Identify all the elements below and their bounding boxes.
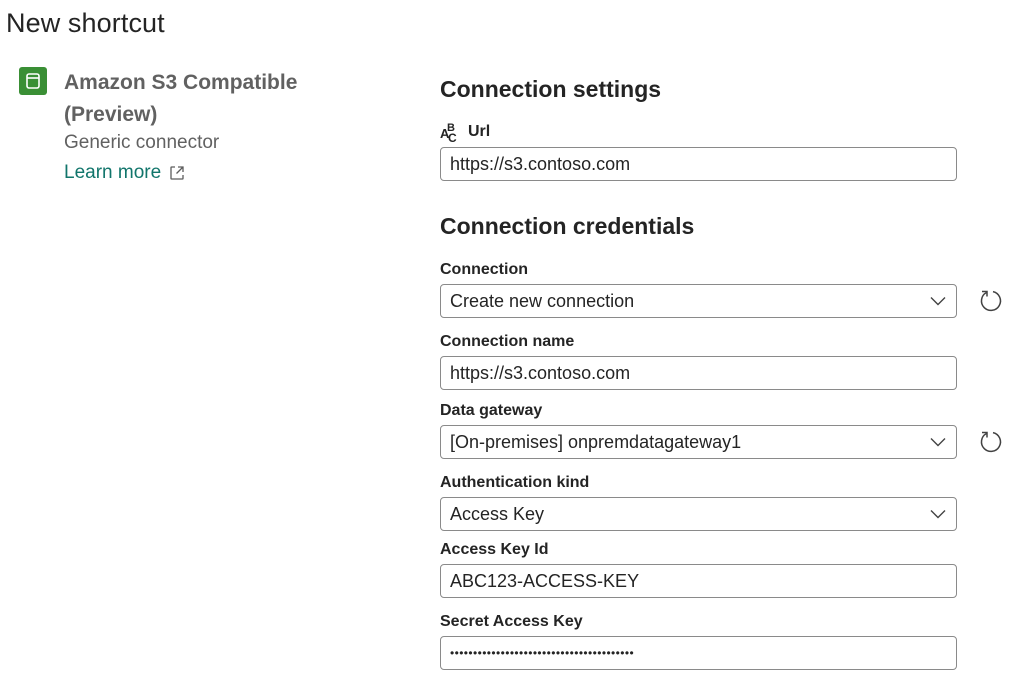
chevron-down-icon: [920, 509, 956, 519]
url-input[interactable]: [441, 148, 956, 180]
connection-label: Connection: [440, 261, 528, 278]
secret-access-key-field[interactable]: [440, 636, 957, 670]
connector-name-line2: (Preview): [64, 103, 158, 126]
connection-dropdown[interactable]: Create new connection: [440, 284, 957, 318]
url-label-row: A B C Url: [440, 121, 490, 143]
url-label: Url: [468, 123, 491, 140]
bucket-icon: [19, 67, 47, 95]
access-key-id-input[interactable]: [441, 565, 956, 597]
gateway-label: Data gateway: [440, 402, 543, 419]
connection-name-field[interactable]: [440, 356, 957, 390]
chevron-down-icon: [920, 296, 956, 306]
page-title: New shortcut: [6, 8, 165, 38]
access-key-id-field[interactable]: [440, 564, 957, 598]
connection-credentials-title: Connection credentials: [440, 213, 695, 239]
url-field[interactable]: [440, 147, 957, 181]
connection-selected: Create new connection: [450, 290, 635, 311]
external-link-icon: [170, 166, 184, 180]
chevron-down-icon: [920, 437, 956, 447]
gateway-selected: [On-premises] onpremdatagateway1: [450, 431, 742, 452]
refresh-icon: [980, 290, 1002, 312]
auth-kind-selected: Access Key: [450, 503, 545, 524]
refresh-gateway-button[interactable]: [977, 428, 1005, 456]
learn-more-link[interactable]: Learn more: [64, 162, 185, 184]
secret-access-key-input[interactable]: [441, 637, 956, 669]
auth-kind-dropdown[interactable]: Access Key: [440, 497, 957, 531]
gateway-dropdown[interactable]: [On-premises] onpremdatagateway1: [440, 425, 957, 459]
svg-text:C: C: [448, 131, 457, 143]
refresh-connection-button[interactable]: [977, 287, 1005, 315]
connector-name: Amazon S3 Compatible (Preview): [64, 67, 334, 131]
connection-name-input[interactable]: [441, 357, 956, 389]
connector-name-line1: Amazon S3 Compatible: [64, 71, 298, 94]
text-type-icon: A B C: [440, 122, 457, 143]
refresh-icon: [980, 431, 1002, 453]
auth-kind-label: Authentication kind: [440, 474, 590, 491]
access-key-id-label: Access Key Id: [440, 541, 549, 558]
learn-more-label: Learn more: [64, 162, 162, 183]
connector-type: Generic connector: [64, 132, 220, 153]
connection-name-label: Connection name: [440, 333, 575, 350]
secret-access-key-label: Secret Access Key: [440, 613, 583, 630]
connection-settings-title: Connection settings: [440, 76, 662, 102]
